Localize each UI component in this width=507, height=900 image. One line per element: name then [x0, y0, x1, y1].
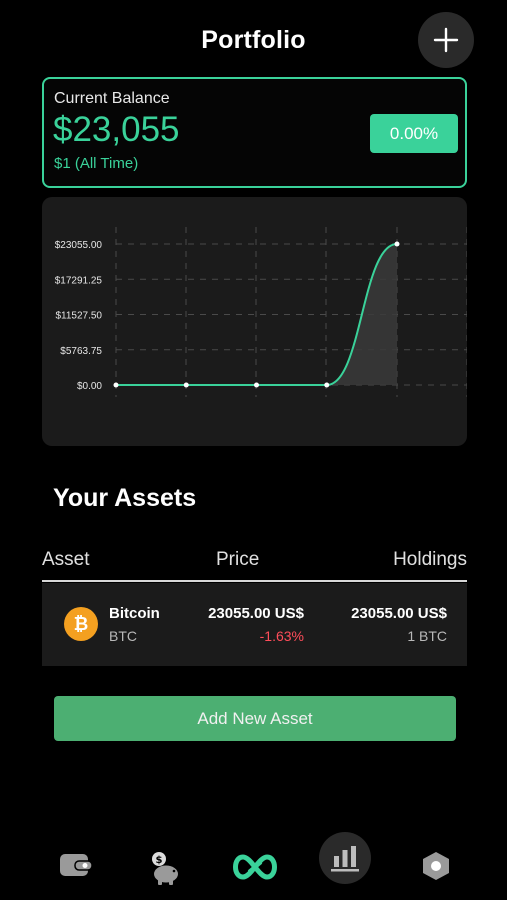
asset-holding-value: 23055.00 US$ — [351, 605, 447, 622]
chart-point — [113, 382, 119, 388]
wallet-icon — [60, 854, 93, 876]
hexagon-settings-icon — [423, 852, 449, 880]
svg-text:$: $ — [156, 855, 163, 866]
add-button[interactable] — [418, 12, 474, 68]
chart-point — [183, 382, 189, 388]
asset-change: -1.63% — [259, 628, 304, 644]
nav-savings[interactable]: $ — [145, 848, 185, 888]
column-price: Price — [216, 549, 260, 570]
y-tick-label: $11527.50 — [55, 311, 102, 322]
assets-title: Your Assets — [53, 484, 197, 512]
y-tick-label: $23055.00 — [55, 240, 103, 251]
nav-settings[interactable] — [418, 848, 454, 884]
chart-svg: $23055.00 $17291.25 $11527.50 $5763.75 $0.00 — [55, 227, 467, 397]
bottom-nav: $ — [0, 820, 507, 900]
nav-portfolio[interactable] — [319, 832, 371, 884]
infinity-logo-icon — [233, 854, 277, 880]
asset-holding-qty: 1 BTC — [407, 628, 447, 644]
assets-table-header: Asset Price Holdings — [42, 546, 467, 582]
add-new-asset-button[interactable]: Add New Asset — [54, 696, 456, 741]
piggy-bank-icon: $ — [152, 852, 178, 885]
asset-price: 23055.00 US$ — [208, 605, 304, 622]
portfolio-chart: $23055.00 $17291.25 $11527.50 $5763.75 $0.00 — [42, 197, 467, 446]
y-tick-label: $17291.25 — [55, 275, 103, 286]
all-time-change: $1 (All Time) — [54, 155, 139, 172]
y-tick-label: $0.00 — [77, 381, 102, 392]
column-holdings: Holdings — [393, 549, 467, 570]
plus-icon — [433, 27, 459, 53]
balance-label: Current Balance — [54, 90, 170, 107]
chart-point — [324, 382, 330, 388]
bitcoin-icon: ₿ — [64, 607, 98, 641]
balance-card: Current Balance $23,055 $1 (All Time) 0.… — [42, 77, 467, 188]
chart-point — [394, 241, 400, 247]
column-asset: Asset — [42, 549, 90, 570]
balance-value: $23,055 — [53, 110, 180, 149]
percent-change-badge[interactable]: 0.00% — [370, 114, 458, 153]
y-tick-label: $5763.75 — [60, 346, 102, 357]
asset-name: Bitcoin — [109, 605, 160, 622]
nav-home[interactable] — [228, 850, 282, 884]
nav-wallet[interactable] — [56, 848, 96, 882]
chart-point — [254, 382, 259, 388]
svg-text:₿: ₿ — [74, 614, 89, 635]
bar-chart-icon — [331, 846, 359, 872]
asset-symbol: BTC — [109, 628, 137, 644]
table-row[interactable]: ₿ Bitcoin BTC 23055.00 US$ -1.63% 23055.… — [42, 583, 467, 666]
